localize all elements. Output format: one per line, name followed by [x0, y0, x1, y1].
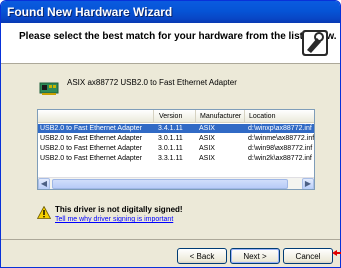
column-header-version[interactable]: Version [156, 110, 196, 123]
driver-location: d:\win2k\ax88772.inf [248, 155, 312, 162]
driver-location: d:\winxp\ax88772.inf [248, 125, 312, 132]
driver-description: USB2.0 to Fast Ethernet Adapter [40, 125, 142, 132]
scroll-thumb[interactable] [52, 179, 288, 189]
warning-icon [37, 206, 51, 219]
driver-manufacturer: ASIX [199, 135, 215, 142]
driver-manufacturer: ASIX [199, 125, 215, 132]
driver-version: 3.3.1.11 [158, 155, 183, 162]
list-header: Version Manufacturer Location [38, 110, 314, 123]
next-button[interactable]: Next > [230, 248, 280, 264]
hardware-wizard-icon [302, 30, 328, 56]
cancel-button[interactable]: Cancel [283, 248, 333, 264]
driver-manufacturer: ASIX [199, 145, 215, 152]
red-arrow-icon [332, 250, 341, 256]
title-bar[interactable]: Found New Hardware Wizard [1, 1, 340, 23]
driver-row[interactable]: USB2.0 to Fast Ethernet Adapter 3.4.1.11… [38, 124, 314, 133]
driver-manufacturer: ASIX [199, 155, 215, 162]
scroll-right-icon[interactable]: ▶ [302, 178, 314, 189]
driver-version: 3.0.1.11 [158, 135, 183, 142]
driver-version: 3.4.1.11 [158, 125, 183, 132]
back-button[interactable]: < Back [177, 248, 227, 264]
driver-location: d:\win98\ax88772.inf [248, 145, 313, 152]
column-header-description[interactable] [38, 110, 154, 123]
header-prompt: Please select the best match for your ha… [19, 31, 337, 42]
wizard-header: Please select the best match for your ha… [1, 23, 340, 64]
column-header-manufacturer[interactable]: Manufacturer [197, 110, 245, 123]
wizard-footer: < Back Next > Cancel [1, 239, 340, 267]
driver-signing-link[interactable]: Tell me why driver signing is important [55, 216, 173, 223]
driver-row[interactable]: USB2.0 to Fast Ethernet Adapter 3.0.1.11… [38, 144, 314, 153]
driver-row[interactable]: USB2.0 to Fast Ethernet Adapter 3.3.1.11… [38, 154, 314, 163]
driver-row[interactable]: USB2.0 to Fast Ethernet Adapter 3.0.1.11… [38, 134, 314, 143]
driver-list[interactable]: Version Manufacturer Location USB2.0 to … [37, 109, 315, 190]
driver-location: d:\winme\ax88772.inf [248, 135, 315, 142]
horizontal-scrollbar[interactable]: ◀ ▶ [38, 177, 314, 189]
driver-description: USB2.0 to Fast Ethernet Adapter [40, 145, 142, 152]
wizard-window: Found New Hardware Wizard Please select … [0, 0, 341, 268]
driver-version: 3.0.1.11 [158, 145, 183, 152]
wizard-body: ASIX ax88772 USB2.0 to Fast Ethernet Ada… [1, 65, 340, 239]
window-title: Found New Hardware Wizard [7, 5, 173, 19]
device-name: ASIX ax88772 USB2.0 to Fast Ethernet Ada… [67, 78, 237, 87]
unsigned-driver-warning: This driver is not digitally signed! [55, 205, 183, 214]
scroll-left-icon[interactable]: ◀ [38, 178, 50, 189]
driver-description: USB2.0 to Fast Ethernet Adapter [40, 155, 142, 162]
column-header-location[interactable]: Location [246, 110, 314, 123]
network-card-icon [39, 82, 59, 95]
driver-description: USB2.0 to Fast Ethernet Adapter [40, 135, 142, 142]
